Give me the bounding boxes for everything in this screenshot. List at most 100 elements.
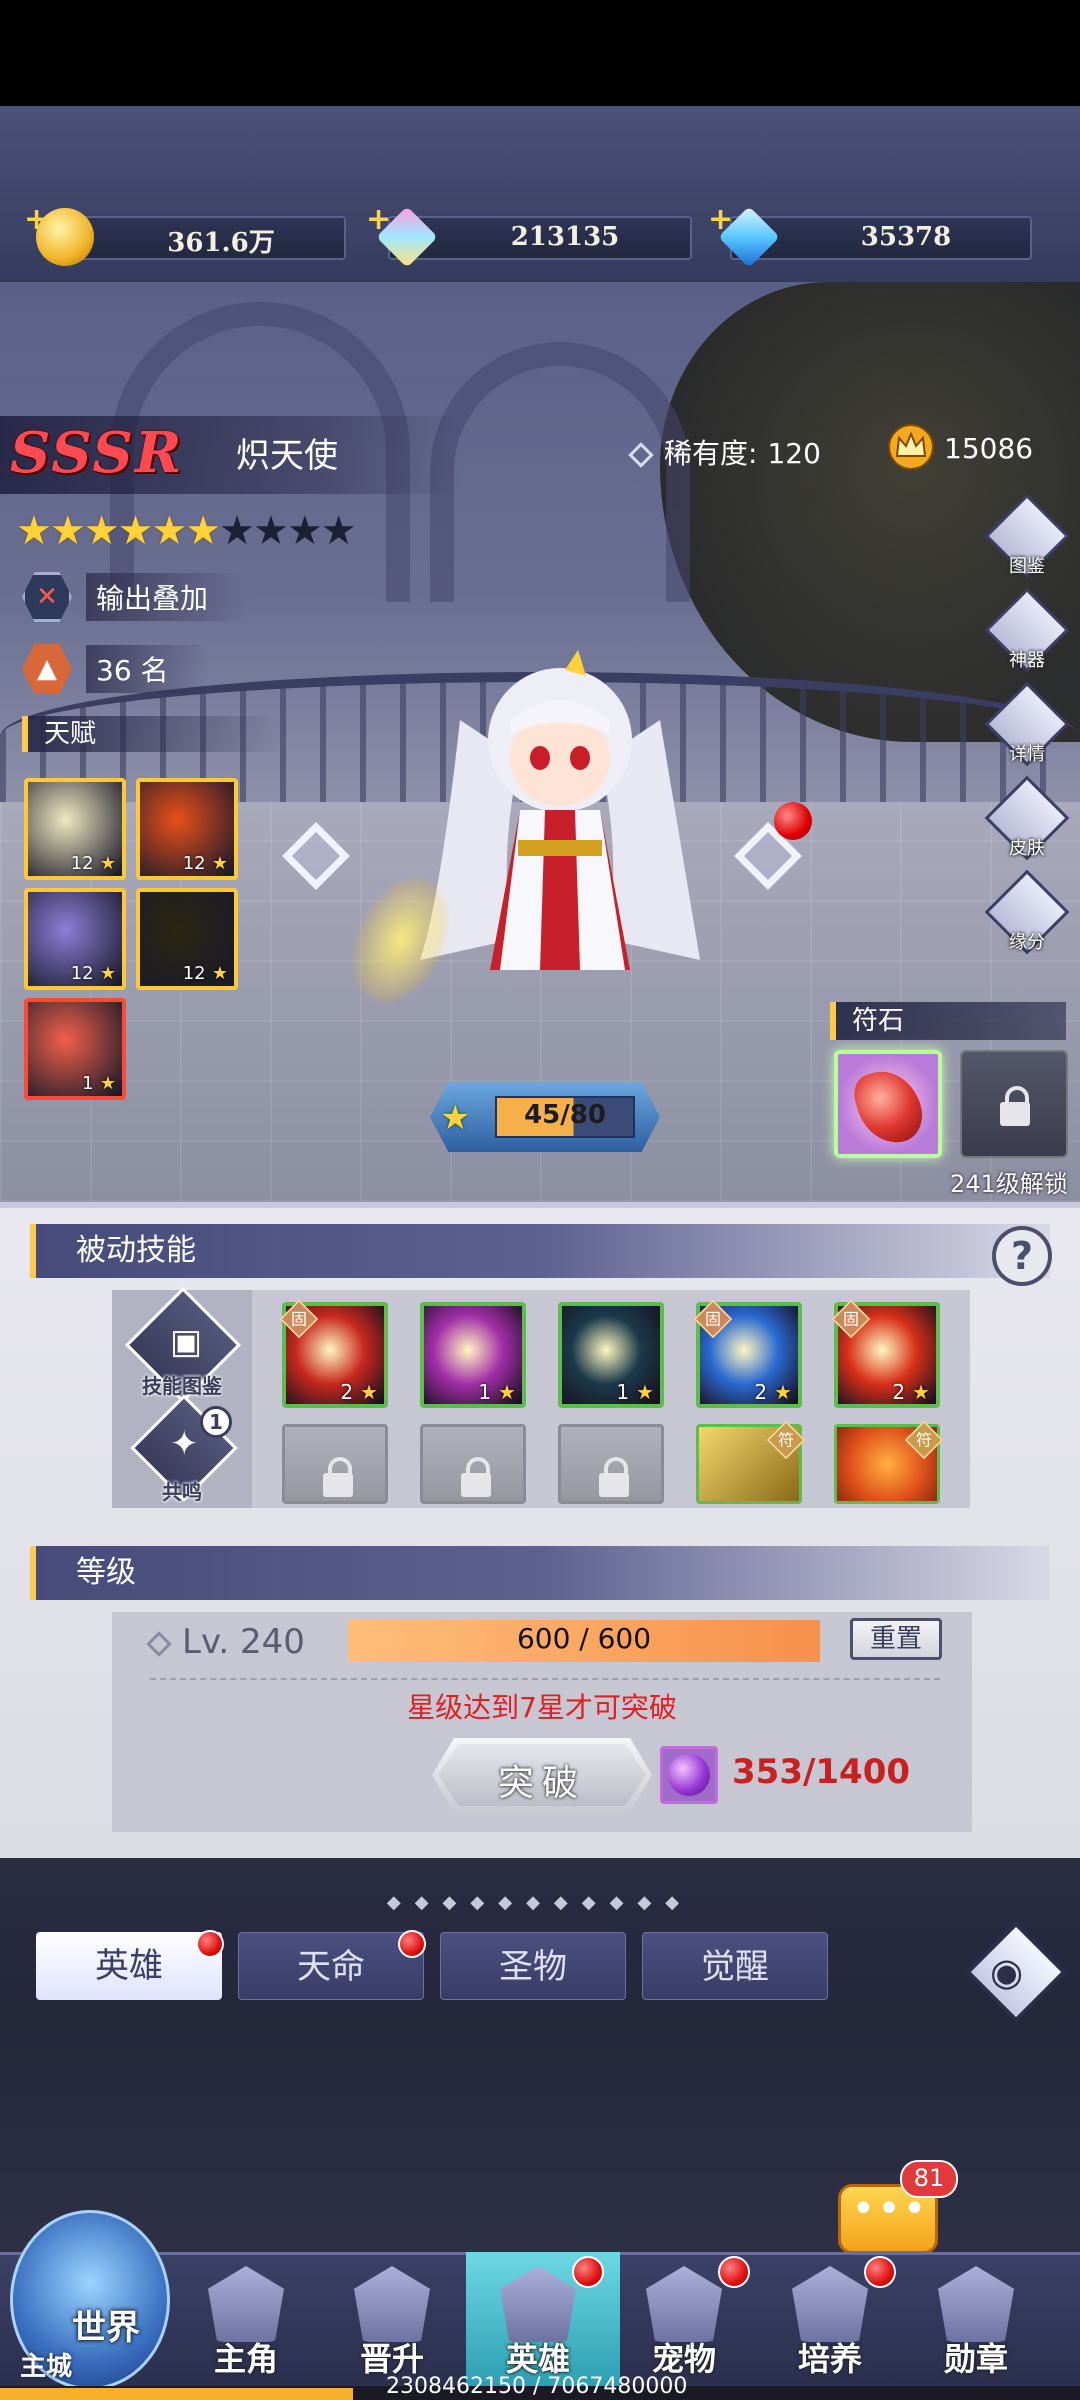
talent-header: 天赋 bbox=[22, 716, 282, 752]
side-button[interactable]: 详情 bbox=[984, 681, 1070, 774]
book-icon: ▣ bbox=[170, 1322, 203, 1362]
hero-exp-text: 45/80 bbox=[524, 1100, 606, 1130]
nav-item[interactable]: 勋章 bbox=[906, 2252, 1046, 2388]
breakthrough-warning: 星级达到7星才可突破 bbox=[407, 1691, 677, 1724]
eye-icon: ◉ bbox=[990, 1950, 1024, 1994]
passive-skill-slot[interactable]: 固 2 ★ bbox=[831, 1299, 940, 1408]
lock-icon bbox=[599, 1457, 629, 1497]
resonance-label: 共鸣 bbox=[162, 1480, 202, 1504]
side-button[interactable]: 图鉴 bbox=[984, 493, 1070, 586]
notification-dot bbox=[398, 1930, 426, 1958]
combat-power: 15086 bbox=[944, 432, 1034, 465]
side-button[interactable]: 神器 bbox=[984, 587, 1070, 680]
passive-skill-slot[interactable]: 1 ★ bbox=[558, 1302, 664, 1408]
gold-amount: 361.6万 bbox=[167, 228, 275, 258]
hero-character[interactable] bbox=[400, 640, 720, 1020]
crystal-amount: 213135 bbox=[510, 222, 620, 252]
lock-icon bbox=[323, 1457, 353, 1497]
nav-item[interactable]: 主角 bbox=[176, 2252, 316, 2388]
skill-slot-locked[interactable] bbox=[420, 1424, 526, 1504]
nav-icon bbox=[792, 2266, 868, 2342]
skill-slot-locked[interactable] bbox=[282, 1424, 388, 1504]
currency-diamond[interactable]: + 35378 bbox=[708, 202, 1032, 268]
tab-4[interactable]: 觉醒 bbox=[642, 1932, 828, 2000]
talent-level: 12 ★ bbox=[70, 963, 116, 984]
fixed-tag: 固 bbox=[693, 1299, 733, 1339]
passive-skill-header: 被动技能 bbox=[30, 1224, 1050, 1278]
nav-icon bbox=[646, 2266, 722, 2342]
global-progress-fill bbox=[0, 2388, 353, 2400]
global-progress-text: 2308462150 / 7067480000 bbox=[386, 2374, 688, 2399]
rarity-value: 120 bbox=[767, 437, 821, 470]
talent-slot[interactable]: 12 ★ bbox=[136, 778, 238, 880]
diamond-bullet-icon bbox=[146, 1630, 172, 1657]
gold-coin-icon bbox=[36, 208, 94, 266]
nav-item[interactable]: 晋升 bbox=[322, 2252, 462, 2388]
side-button-label: 图鉴 bbox=[1009, 556, 1045, 577]
talent-level: 12 ★ bbox=[182, 853, 228, 874]
lock-icon bbox=[461, 1457, 491, 1497]
tab-3[interactable]: 圣物 bbox=[440, 1932, 626, 2000]
trait-label: 输出叠加 bbox=[86, 573, 249, 621]
talent-slot[interactable]: 12 ★ bbox=[24, 888, 126, 990]
nav-icon bbox=[938, 2266, 1014, 2342]
divider bbox=[150, 1678, 940, 1680]
hero-name: 炽天使 bbox=[236, 436, 338, 476]
side-button-label: 神器 bbox=[1009, 650, 1045, 671]
notification-dot bbox=[196, 1930, 224, 1958]
tab-2[interactable]: 天命 bbox=[238, 1932, 424, 2000]
talent-level: 12 ★ bbox=[70, 853, 116, 874]
nav-icon bbox=[500, 2266, 576, 2342]
help-button[interactable]: ? bbox=[992, 1226, 1052, 1286]
passive-skill-slot[interactable]: 固 2 ★ bbox=[279, 1299, 388, 1408]
passive-skill-slot[interactable]: 1 ★ bbox=[420, 1302, 526, 1408]
level-up-star-icon[interactable]: ★ bbox=[440, 1098, 470, 1138]
purple-orb-icon bbox=[668, 1754, 710, 1796]
talent-slot[interactable]: 12 ★ bbox=[136, 888, 238, 990]
currency-crystal[interactable]: + 213135 bbox=[366, 202, 692, 268]
rune-slot-locked[interactable] bbox=[960, 1050, 1068, 1158]
diamond-amount: 35378 bbox=[860, 222, 952, 252]
rank-label: 36 名 bbox=[86, 645, 209, 693]
status-bar-area bbox=[0, 0, 1080, 106]
fixed-tag: 固 bbox=[831, 1299, 871, 1339]
lock-icon bbox=[1000, 1086, 1030, 1126]
star-filled-icon: ★ bbox=[185, 508, 221, 554]
currency-gold[interactable]: + 361.6万 bbox=[24, 202, 346, 266]
tab-label: 觉醒 bbox=[701, 1947, 769, 1987]
crown-power-icon bbox=[888, 424, 934, 470]
resonance-icon: ✦ bbox=[170, 1424, 199, 1464]
star-rating: ★★★★★★★★★★ bbox=[16, 508, 357, 554]
diamond-bullet-icon bbox=[628, 442, 654, 468]
hero-notification-dot bbox=[774, 802, 812, 840]
skill-slot-locked[interactable] bbox=[558, 1424, 664, 1504]
chat-unread-badge: 81 bbox=[900, 2160, 958, 2198]
swords-icon: ✕ bbox=[22, 572, 72, 622]
level-exp-text: 600 / 600 bbox=[516, 1622, 652, 1655]
star-filled-icon: ★ bbox=[16, 508, 52, 554]
tab-label: 天命 bbox=[297, 1947, 365, 1987]
talent-slot[interactable]: 1 ★ bbox=[24, 998, 126, 1100]
star-filled-icon: ★ bbox=[151, 508, 187, 554]
talent-slot[interactable]: 12 ★ bbox=[24, 778, 126, 880]
skill-slot-special[interactable]: 符 bbox=[834, 1420, 944, 1504]
world-label: 世界 bbox=[72, 2308, 140, 2348]
trait-row: ✕ 输出叠加 bbox=[22, 572, 249, 622]
star-filled-icon: ★ bbox=[49, 508, 86, 554]
star-empty-icon: ★ bbox=[219, 508, 255, 554]
tab-1[interactable]: 英雄 bbox=[36, 1932, 222, 2000]
rune-header: 符石 bbox=[830, 1002, 1066, 1040]
reset-button[interactable]: 重置 bbox=[850, 1618, 942, 1660]
side-button[interactable]: 缘分 bbox=[984, 869, 1070, 962]
skill-slot-special[interactable]: 符 bbox=[696, 1420, 806, 1504]
rank-row[interactable]: ▲ 36 名 bbox=[22, 644, 209, 694]
side-button[interactable]: 皮肤 bbox=[984, 775, 1070, 868]
rarity-label: 稀有度: bbox=[664, 437, 758, 470]
main-city-label: 主城 bbox=[20, 2352, 73, 2382]
rune-unlock-text: 241级解锁 bbox=[950, 1170, 1068, 1198]
passive-skill-slot[interactable]: 固 2 ★ bbox=[693, 1299, 802, 1408]
skill-level: 2 ★ bbox=[754, 1380, 792, 1404]
rarity-grade: SSSR bbox=[10, 420, 184, 486]
star-filled-icon: ★ bbox=[117, 508, 154, 554]
resonance-count-badge: 1 bbox=[200, 1406, 232, 1438]
